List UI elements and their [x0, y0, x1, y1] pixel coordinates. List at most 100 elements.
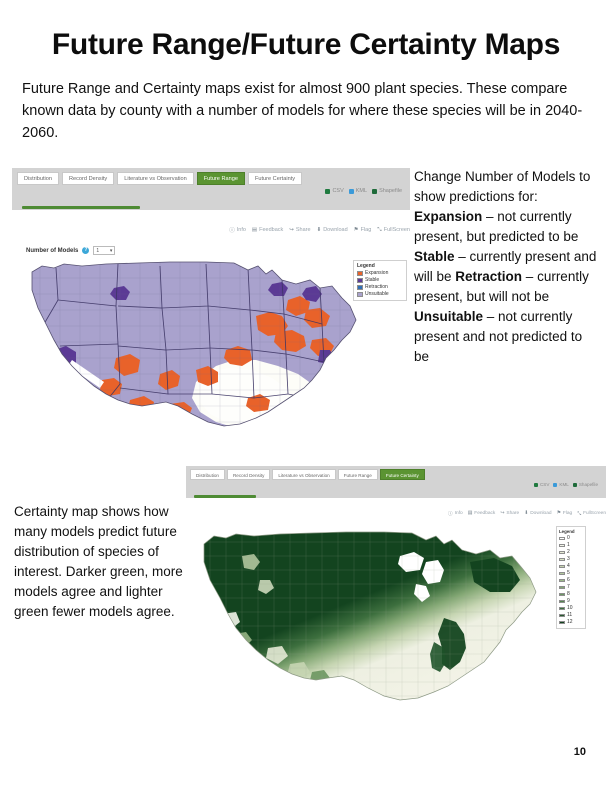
action-share[interactable]: ↪ Share [500, 511, 519, 516]
legend-label: 9 [567, 598, 570, 604]
fullscreen-icon: ⤡ [377, 226, 382, 233]
legend-label: 3 [567, 556, 570, 562]
action-info[interactable]: ⓘ Info [448, 510, 463, 517]
tab-future-range[interactable]: Future Range [337, 469, 378, 480]
legend-label: 11 [567, 612, 573, 618]
legend-swatch [559, 606, 565, 611]
action-flag[interactable]: ⚑ Flag [557, 511, 573, 516]
legend-label: 7 [567, 584, 570, 590]
legend-item: 0 [559, 535, 583, 542]
action-fullscreen[interactable]: ⤡ FullScreen [577, 511, 606, 517]
legend-item: 8 [559, 591, 583, 598]
legend-swatch [559, 620, 565, 625]
action-label: Info [454, 511, 463, 516]
tab-distribution[interactable]: Distribution [190, 469, 225, 480]
legend-swatch [559, 592, 565, 597]
legend-label: 5 [567, 570, 570, 576]
legend-label: Unsuitable [365, 291, 389, 297]
legend-item: 12 [559, 619, 583, 626]
future-range-screenshot: Distribution Record Density Literature vs … [12, 168, 410, 458]
legend-swatch [559, 571, 565, 576]
action-download[interactable]: ⬇ Download [524, 511, 551, 516]
action-label: FullScreen [583, 511, 606, 516]
export-csv[interactable]: CSV [533, 482, 549, 487]
export-shapefile[interactable]: Shapefile [572, 482, 598, 487]
legend-item: 3 [559, 556, 583, 563]
action-feedback[interactable]: ▤ Feedback [468, 511, 496, 516]
legend-item: 7 [559, 584, 583, 591]
tab-record-density[interactable]: Record Density [226, 469, 271, 480]
legend-item: 1 [559, 542, 583, 549]
legend-swatch [559, 557, 565, 562]
legend-swatch [559, 550, 565, 555]
export-kml[interactable]: KML [553, 482, 569, 487]
legend-item: 10 [559, 605, 583, 612]
legend-swatch [559, 543, 565, 548]
export-label: Shapefile [379, 188, 402, 194]
tab-record-density[interactable]: Record Density [61, 172, 115, 185]
legend-label: 8 [567, 591, 570, 597]
legend-swatch [559, 613, 565, 618]
action-info[interactable]: ⓘ Info [229, 226, 246, 234]
feedback-icon: ▤ [467, 511, 473, 516]
models-note: Change Number of Models to show predicti… [414, 167, 599, 367]
flag-icon: ⚑ [556, 511, 561, 516]
share-icon: ↪ [289, 227, 294, 233]
number-of-models-value: 1 [96, 247, 100, 254]
help-icon[interactable]: ? [82, 247, 90, 254]
legend-swatch [357, 292, 363, 297]
action-label: Feedback [474, 511, 496, 516]
model-definition-term: Stable [414, 249, 455, 264]
action-label: Download [530, 511, 552, 516]
export-label: KML [355, 188, 368, 194]
tab-future-certainty[interactable]: Future Certainty [379, 469, 425, 480]
model-definition-term: Retraction [455, 269, 523, 284]
action-feedback[interactable]: ▤ Feedback [252, 227, 283, 233]
tab-distribution[interactable]: Distribution [17, 172, 59, 185]
tab-future-range[interactable]: Future Range [196, 172, 245, 185]
future-range-map[interactable] [20, 254, 370, 450]
future-range-action-row: ⓘ Info ▤ Feedback ↪ Share ⬇ Download ⚑ Flag ⤡ FullS… [12, 226, 420, 235]
legend-swatch [559, 564, 565, 569]
legend-swatch [357, 271, 363, 276]
model-definition-dash: – [522, 269, 538, 284]
legend-item: Stable [357, 277, 403, 284]
action-fullscreen[interactable]: ⤡ FullScreen [377, 227, 410, 234]
export-label: CSV [332, 188, 344, 194]
model-definition-dash: – [454, 249, 470, 264]
fullscreen-icon: ⤡ [577, 511, 582, 517]
legend-title: Legend [357, 263, 375, 269]
export-shapefile[interactable]: Shapefile [372, 188, 402, 194]
action-label: FullScreen [383, 227, 410, 233]
csv-icon [325, 188, 331, 194]
kml-icon [553, 482, 558, 487]
chevron-down-icon: ▾ [109, 247, 113, 254]
action-flag[interactable]: ⚑ Flag [354, 227, 372, 233]
tab-future-certainty[interactable]: Future Certainty [247, 172, 303, 185]
model-definition-dash: – [483, 309, 499, 324]
tab-literature-vs-observation[interactable]: Literature vs Observation [272, 469, 336, 480]
flag-icon: ⚑ [353, 227, 359, 233]
export-kml[interactable]: KML [348, 188, 368, 194]
future-range-legend: Legend Expansion Stable Retraction Unsuitab… [353, 260, 407, 301]
future-certainty-export-row: CSV KML Shapefile [186, 481, 606, 489]
legend-label: Expansion [365, 270, 389, 276]
model-definition-term: Unsuitable [414, 309, 484, 324]
download-icon: ⬇ [316, 227, 322, 233]
action-label: Share [295, 227, 311, 233]
future-certainty-map[interactable] [194, 522, 550, 722]
action-share[interactable]: ↪ Share [289, 227, 310, 233]
kml-icon [348, 188, 354, 194]
action-label: Share [506, 511, 520, 516]
legend-swatch [357, 278, 363, 283]
export-csv[interactable]: CSV [325, 188, 344, 194]
shapefile-icon [372, 188, 378, 194]
info-icon: ⓘ [447, 512, 453, 517]
future-range-map-svg [31, 261, 357, 427]
tab-literature-vs-observation[interactable]: Literature vs Observation [117, 172, 194, 185]
legend-label: 10 [567, 605, 573, 611]
certainty-note: Certainty map shows how many models pred… [14, 504, 183, 619]
legend-swatch [559, 599, 565, 604]
action-download[interactable]: ⬇ Download [317, 227, 348, 233]
future-certainty-action-row: ⓘ Info ▤ Feedback ↪ Share ⬇ Download ⚑ Flag ⤡ FullS… [186, 510, 612, 517]
